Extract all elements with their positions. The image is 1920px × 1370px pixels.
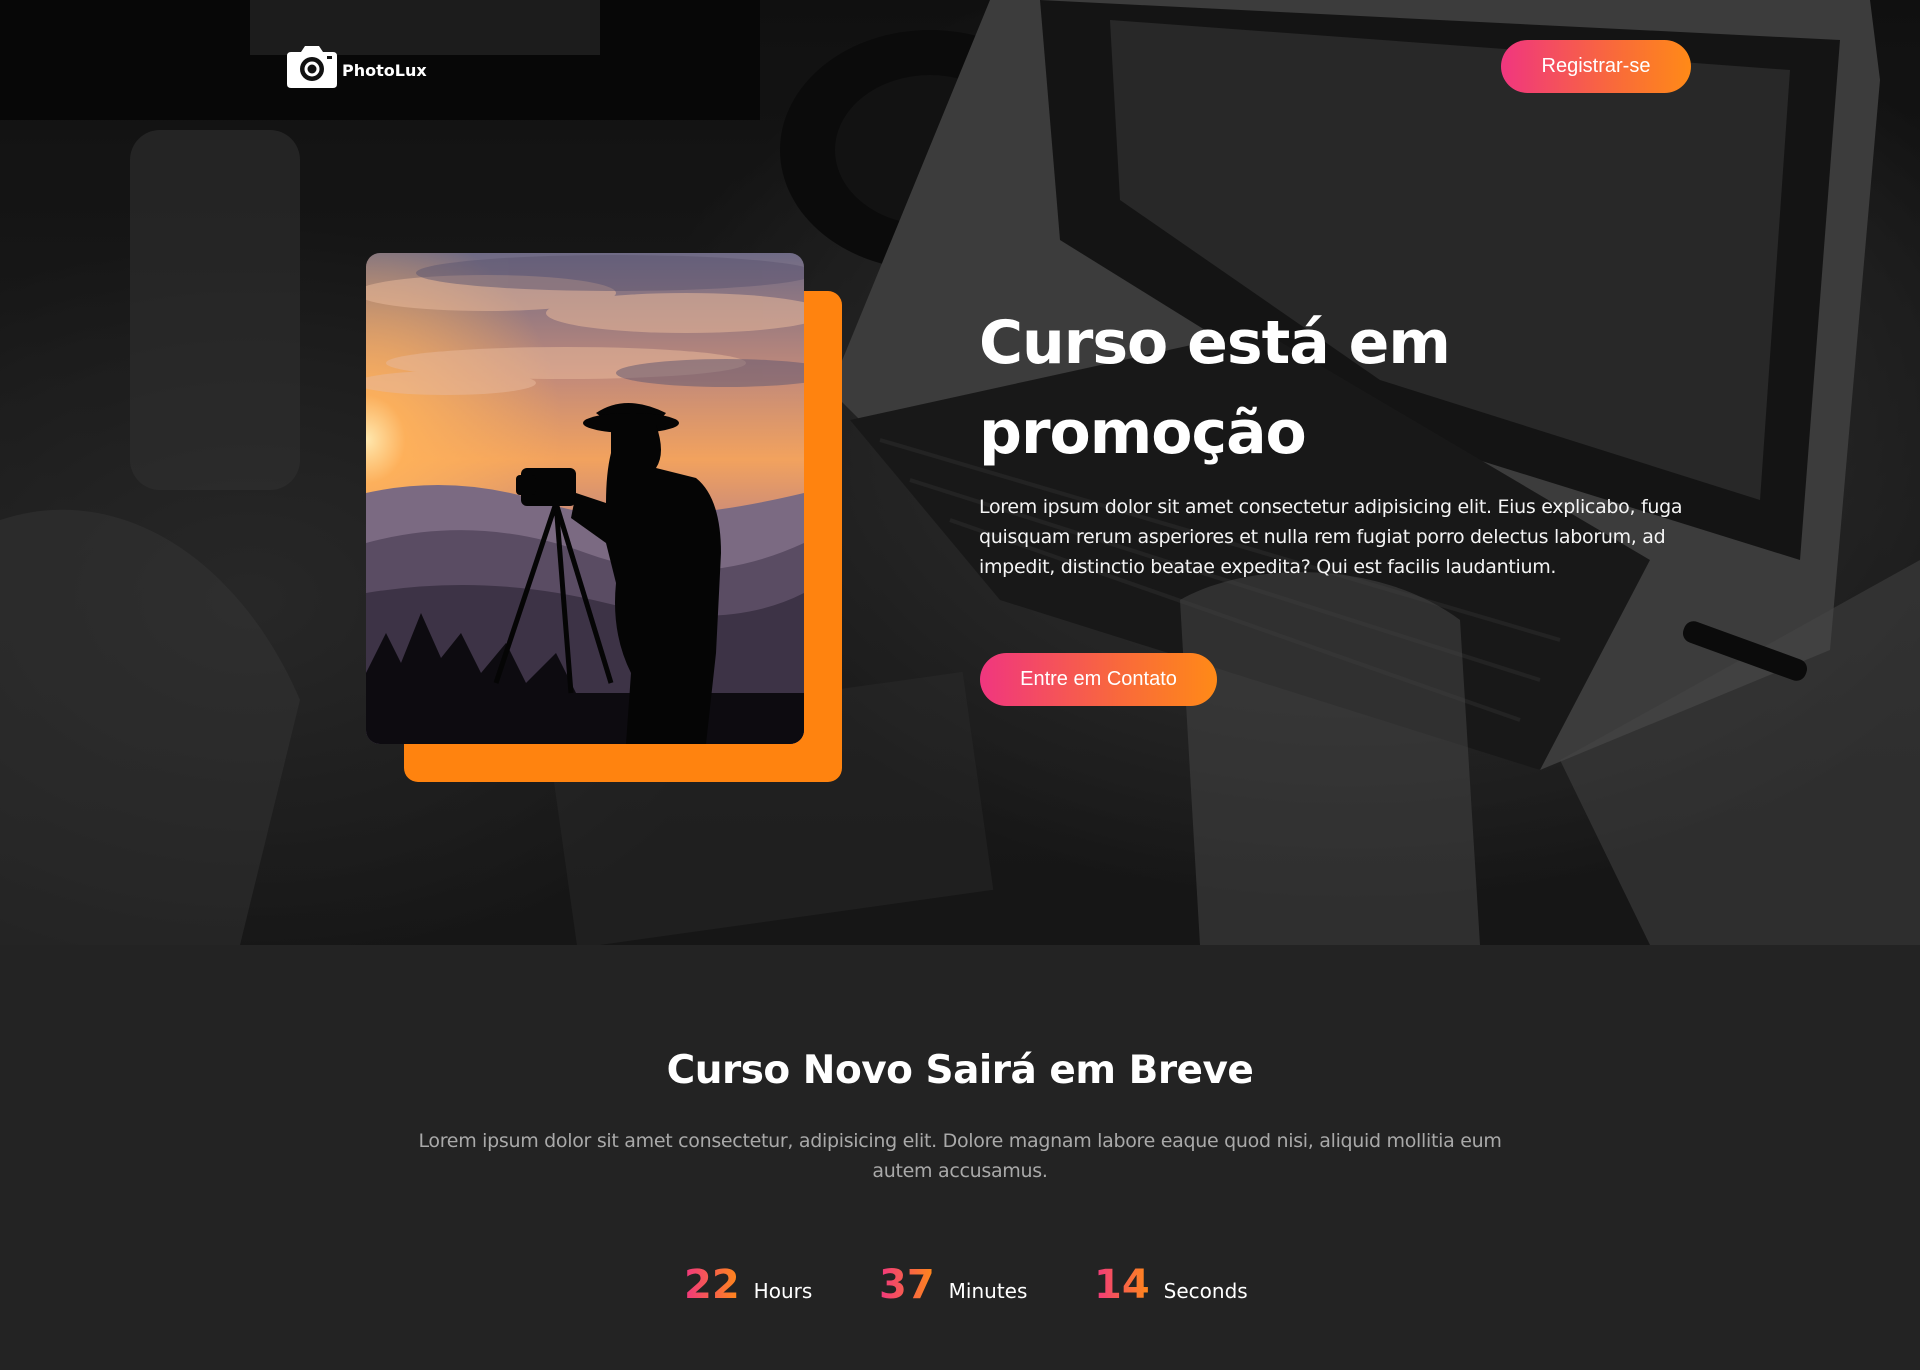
hero-section: PhotoLux Registrar-se Curso está em prom… — [0, 0, 1920, 945]
register-button[interactable]: Registrar-se — [1501, 40, 1691, 93]
promo-photo — [366, 253, 804, 744]
countdown-minutes-value: 37 — [879, 1262, 935, 1308]
countdown-hours-label: Hours — [753, 1279, 813, 1303]
promo-title: Curso está em promoção — [979, 308, 1451, 468]
countdown-hours: 22 Hours — [684, 1262, 812, 1308]
countdown-hours-value: 22 — [684, 1262, 740, 1308]
hero-overlay — [0, 0, 1920, 945]
contact-button[interactable]: Entre em Contato — [980, 653, 1217, 706]
countdown-minutes-label: Minutes — [948, 1279, 1028, 1303]
countdown-seconds-label: Seconds — [1163, 1279, 1248, 1303]
coming-soon-title: Curso Novo Sairá em Breve — [666, 1048, 1254, 1093]
countdown-seconds-value: 14 — [1094, 1262, 1150, 1308]
brand-logo[interactable]: PhotoLux — [287, 46, 427, 88]
coming-soon-description: Lorem ipsum dolor sit amet consectetur, … — [418, 1130, 1502, 1182]
countdown-minutes: 37 Minutes — [879, 1262, 1027, 1308]
promo-description: Lorem ipsum dolor sit amet consectetur a… — [979, 496, 1683, 578]
brand-name: PhotoLux — [342, 60, 427, 80]
camera-icon — [287, 46, 337, 88]
countdown-seconds: 14 Seconds — [1094, 1262, 1248, 1308]
